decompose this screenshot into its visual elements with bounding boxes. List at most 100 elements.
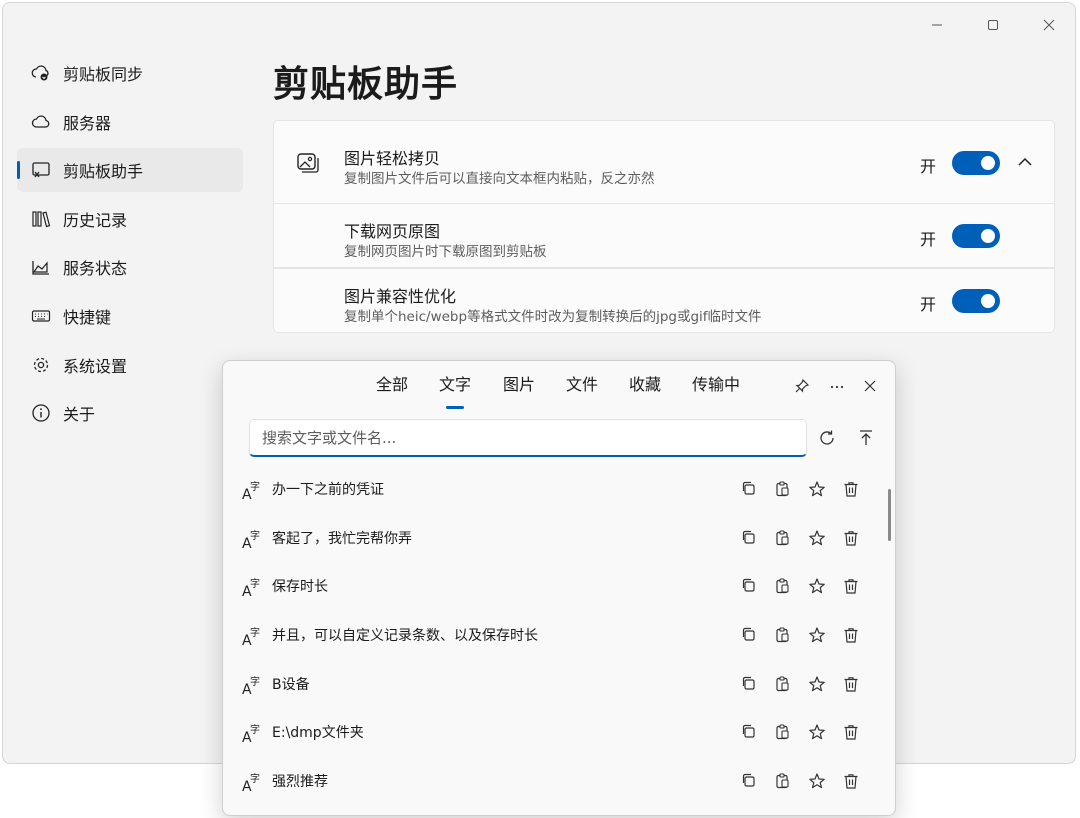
clip-text: 并且，可以自定义记录条数、以及保存时长 (272, 628, 538, 645)
list-item[interactable]: A 字强烈推荐 (223, 757, 895, 806)
refresh-button[interactable] (816, 427, 838, 449)
copy-button[interactable] (740, 772, 758, 790)
more-button[interactable] (826, 375, 848, 397)
paste-button[interactable] (774, 626, 792, 644)
paste-button[interactable] (774, 675, 792, 693)
tab-images[interactable]: 图片 (503, 371, 535, 395)
image-copy-toggle[interactable] (952, 151, 1000, 175)
delete-button[interactable] (842, 577, 860, 595)
toggle-state-label: 开 (920, 295, 937, 314)
list-item[interactable]: A 字客起了，我忙完帮你弄 (223, 514, 895, 563)
star-icon (809, 530, 825, 545)
delete-button[interactable] (842, 529, 860, 547)
setting-desc: 复制单个heic/webp等格式文件时改为复制转换后的jpg或gif临时文件 (344, 309, 762, 325)
popup-close-button[interactable] (859, 375, 881, 397)
svg-text:字: 字 (250, 723, 260, 736)
tab-favorites[interactable]: 收藏 (629, 371, 661, 395)
copy-icon (742, 481, 755, 495)
sidebar-item-label: 快捷键 (63, 307, 112, 327)
sidebar-item-settings[interactable]: 系统设置 (17, 343, 243, 387)
minimize-icon (932, 24, 942, 26)
list-item[interactable]: A 字 B设备 (223, 660, 895, 709)
gear-icon (31, 355, 51, 375)
sidebar-item-service-status[interactable]: 服务状态 (17, 245, 243, 289)
keyboard-icon (31, 306, 51, 326)
copy-button[interactable] (740, 723, 758, 741)
favorite-button[interactable] (808, 772, 826, 790)
clip-text: B设备 (272, 676, 310, 693)
favorite-button[interactable] (808, 723, 826, 741)
copy-button[interactable] (740, 529, 758, 547)
favorite-button[interactable] (808, 529, 826, 547)
trash-icon (844, 628, 858, 643)
chevron-up-icon[interactable] (1016, 153, 1034, 175)
paste-button[interactable] (774, 577, 792, 595)
sidebar-item-label: 服务器 (63, 113, 112, 133)
delete-button[interactable] (842, 772, 860, 790)
info-icon (31, 403, 51, 423)
sidebar-item-label: 历史记录 (63, 210, 128, 230)
delete-button[interactable] (842, 675, 860, 693)
favorite-button[interactable] (808, 480, 826, 498)
copy-button[interactable] (740, 626, 758, 644)
star-icon (809, 676, 825, 691)
minimize-button[interactable] (925, 13, 949, 37)
clipboard-icon (776, 724, 789, 740)
close-icon (864, 380, 876, 392)
close-button[interactable] (1037, 13, 1061, 37)
paste-button[interactable] (774, 480, 792, 498)
sidebar-item-clipboard-assistant[interactable]: 剪贴板助手 (17, 148, 243, 193)
pin-button[interactable] (791, 375, 813, 397)
clipboard-assistant-icon (31, 160, 51, 180)
sidebar-item-server[interactable]: 服务器 (17, 100, 243, 144)
delete-button[interactable] (842, 626, 860, 644)
paste-button[interactable] (774, 723, 792, 741)
tab-all[interactable]: 全部 (376, 371, 408, 395)
copy-button[interactable] (740, 480, 758, 498)
trash-icon (844, 482, 858, 497)
copy-button[interactable] (740, 577, 758, 595)
sidebar-item-shortcuts[interactable]: 快捷键 (17, 294, 243, 338)
sidebar-item-clipboard-sync[interactable]: 剪贴板同步 (17, 51, 243, 95)
clip-text: E:\dmp文件夹 (272, 725, 364, 742)
sidebar-item-label: 关于 (63, 405, 96, 425)
download-original-toggle[interactable] (952, 224, 1000, 248)
star-icon (809, 481, 825, 497)
compatibility-toggle[interactable] (952, 289, 1000, 313)
text-type-icon: A字 (242, 625, 264, 649)
sidebar-item-history[interactable]: 历史记录 (17, 197, 243, 241)
favorite-button[interactable] (808, 675, 826, 693)
list-item[interactable]: A 字并且，可以自定义记录条数、以及保存时长 (223, 611, 895, 660)
chart-area-icon (31, 257, 51, 277)
scroll-to-top-button[interactable] (855, 427, 877, 449)
favorite-button[interactable] (808, 577, 826, 595)
sidebar-item-about[interactable]: 关于 (17, 391, 243, 435)
clipboard-list: A 字办一下之前的凭证 A 字客起了，我忙完帮你弄 A 字保存时长 A 字并且，可以自定义记录… (223, 465, 895, 806)
delete-button[interactable] (842, 723, 860, 741)
copy-icon (742, 774, 755, 787)
tab-transferring[interactable]: 传输中 (692, 371, 740, 395)
delete-button[interactable] (842, 480, 860, 498)
setting-desc: 复制图片文件后可以直接向文本框内粘贴，反之亦然 (344, 171, 655, 187)
close-icon (1043, 19, 1055, 31)
search-input[interactable] (249, 419, 807, 457)
clip-text: 办一下之前的凭证 (272, 482, 384, 498)
scrollbar[interactable] (888, 489, 891, 541)
sidebar-item-label: 剪贴板同步 (63, 65, 144, 84)
copy-icon (742, 627, 755, 641)
favorite-button[interactable] (808, 626, 826, 644)
paste-button[interactable] (774, 772, 792, 790)
clipboard-icon (776, 481, 789, 497)
copy-button[interactable] (740, 675, 758, 693)
tab-files[interactable]: 文件 (566, 371, 598, 395)
setting-card-download-original: 下载网页原图 复制网页图片时下载原图到剪贴板 开 (273, 204, 1055, 268)
maximize-button[interactable] (981, 13, 1005, 37)
setting-title: 图片轻松拷贝 (344, 149, 441, 168)
tab-text[interactable]: 文字 (439, 371, 471, 409)
paste-button[interactable] (774, 529, 792, 547)
list-item[interactable]: A 字 E:\dmp文件夹 (223, 708, 895, 757)
star-icon (809, 773, 825, 789)
setting-title: 图片兼容性优化 (344, 287, 457, 306)
list-item[interactable]: A 字保存时长 (223, 562, 895, 611)
list-item[interactable]: A 字办一下之前的凭证 (223, 465, 895, 514)
